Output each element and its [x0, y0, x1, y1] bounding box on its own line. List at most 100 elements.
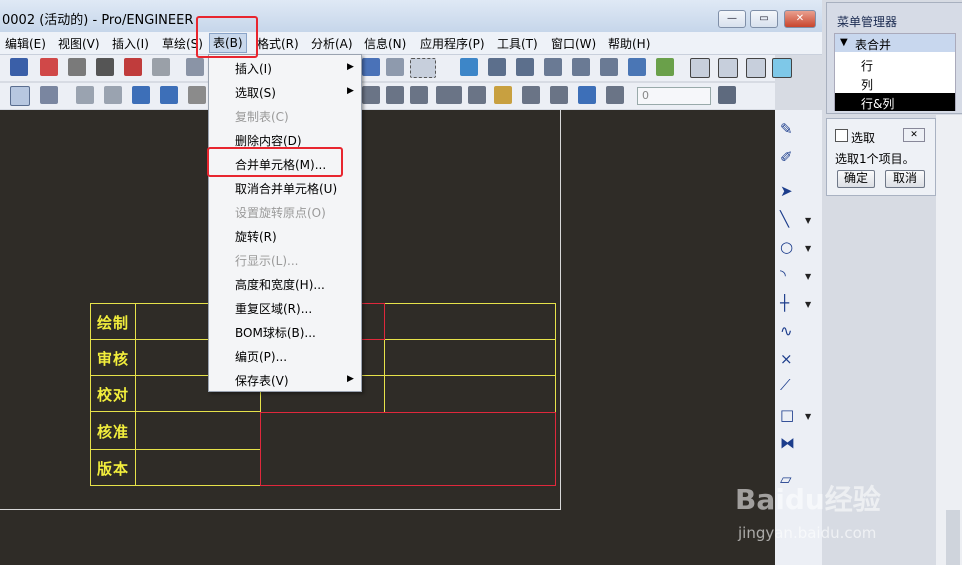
drawing-canvas[interactable]: [0, 110, 775, 565]
close-icon[interactable]: ✕: [903, 128, 925, 142]
sketch-tools-icon[interactable]: ✎: [780, 120, 793, 138]
orient-icon[interactable]: [516, 58, 534, 76]
fillet-icon[interactable]: ┼: [780, 294, 789, 312]
menu-view[interactable]: 视图(V): [58, 35, 100, 52]
menu-item-set-rotation-origin: 设置旋转原点(O): [235, 206, 326, 220]
menu-item-paginate[interactable]: 编页(P)...: [235, 348, 287, 365]
merge-option-column[interactable]: 列: [835, 74, 955, 92]
ok-button[interactable]: 确定: [837, 170, 875, 188]
print-icon[interactable]: [68, 58, 86, 76]
chamfer-icon[interactable]: ⟋: [780, 376, 791, 394]
surface-finish-icon[interactable]: [468, 86, 486, 104]
chevron-down-icon[interactable]: ▼: [805, 272, 811, 281]
menu-item-copy-table: 复制表(C): [235, 110, 289, 124]
pointer-icon[interactable]: ➤: [780, 182, 793, 200]
regenerate-icon[interactable]: [362, 58, 380, 76]
select-mode-icon[interactable]: [10, 86, 30, 106]
menu-item-save-table[interactable]: 保存表(V): [235, 372, 289, 389]
table-cell-label: 审核: [97, 350, 130, 368]
select-box-icon[interactable]: [410, 58, 436, 78]
menu-item-height-width[interactable]: 高度和宽度(H)...: [235, 276, 325, 293]
lock-icon[interactable]: [188, 86, 206, 104]
table-cell-label: 绘制: [97, 314, 130, 332]
save-icon[interactable]: [10, 58, 28, 76]
menu-insert[interactable]: 插入(I): [112, 35, 149, 52]
mirror-icon[interactable]: ⧓: [780, 434, 795, 452]
whats-this-icon[interactable]: [718, 86, 736, 104]
point-icon[interactable]: ×: [780, 350, 793, 368]
number-field[interactable]: 0: [637, 87, 711, 105]
toolbar-top: [0, 55, 792, 81]
cancel-button[interactable]: 取消: [885, 170, 925, 188]
menu-help[interactable]: 帮助(H): [608, 35, 650, 52]
table-merge-header[interactable]: ▼ 表合并: [835, 34, 955, 52]
spin-icon[interactable]: [488, 58, 506, 76]
datum-icon[interactable]: [362, 86, 380, 104]
merge-option-row[interactable]: 行: [835, 55, 955, 73]
move-icon[interactable]: [132, 86, 150, 104]
vertical-scrollbar[interactable]: [946, 510, 960, 565]
hidden-line-icon[interactable]: [718, 58, 738, 78]
zoom-out-icon[interactable]: [572, 58, 590, 76]
slope-icon[interactable]: [410, 86, 428, 104]
update-table-icon[interactable]: [578, 86, 596, 104]
table-size-icon[interactable]: [436, 86, 462, 104]
menu-item-rotate[interactable]: 旋转(R): [235, 228, 277, 245]
table-menu-dropdown: 插入(I) ▶ 选取(S) ▶ 复制表(C) 删除内容(D) 合并单元格(M).…: [208, 54, 362, 392]
select-dialog-message: 选取1个项目。: [835, 152, 915, 166]
layers-icon[interactable]: [656, 58, 674, 76]
repaint-icon[interactable]: [628, 58, 646, 76]
maximize-button[interactable]: ▭: [750, 10, 778, 28]
menu-analysis[interactable]: 分析(A): [311, 35, 353, 52]
offset-icon[interactable]: □: [780, 406, 794, 424]
hatch-icon[interactable]: [386, 86, 404, 104]
no-hidden-icon[interactable]: [746, 58, 766, 78]
menu-item-bom-balloon[interactable]: BOM球标(B)...: [235, 324, 316, 341]
menu-window[interactable]: 窗口(W): [551, 35, 596, 52]
undo-icon[interactable]: [186, 58, 204, 76]
menu-item-unmerge-cells[interactable]: 取消合并单元格(U): [235, 180, 337, 197]
menu-format[interactable]: 格式(R): [257, 35, 299, 52]
delete-icon[interactable]: [76, 86, 94, 104]
options-icon[interactable]: [152, 58, 170, 76]
minimize-button[interactable]: —: [718, 10, 746, 28]
grid-icon[interactable]: [386, 58, 404, 76]
wireframe-icon[interactable]: [690, 58, 710, 78]
repeat-region-icon[interactable]: [606, 86, 624, 104]
preview-icon[interactable]: [96, 58, 114, 76]
chevron-down-icon[interactable]: ▼: [805, 300, 811, 309]
menu-item-select[interactable]: 选取(S): [235, 84, 276, 101]
export-icon[interactable]: [124, 58, 142, 76]
chevron-down-icon[interactable]: ▼: [805, 412, 811, 421]
menu-item-repeat-region[interactable]: 重复区域(R)...: [235, 300, 312, 317]
menu-info[interactable]: 信息(N): [364, 35, 406, 52]
pdf-export-icon[interactable]: [40, 58, 58, 76]
merge-option-row-column[interactable]: 行&列: [835, 93, 955, 111]
merge-option-label: 列: [861, 78, 874, 92]
refit-icon[interactable]: [600, 58, 618, 76]
pick-icon[interactable]: [40, 86, 58, 104]
chevron-down-icon[interactable]: ▼: [805, 216, 811, 225]
spline-icon[interactable]: ∿: [780, 322, 793, 340]
circle-icon[interactable]: ○: [780, 238, 793, 256]
menu-edit[interactable]: 编辑(E): [5, 35, 46, 52]
title-bar: 0002 (活动的) - Pro/ENGINEER — ▭ ✕: [0, 0, 822, 32]
menu-tools[interactable]: 工具(T): [497, 35, 538, 52]
dimension-icon[interactable]: [104, 86, 122, 104]
symbol-icon[interactable]: [494, 86, 512, 104]
sketch-options-icon[interactable]: ✐: [780, 148, 793, 166]
view-icon[interactable]: [460, 58, 478, 76]
chevron-down-icon[interactable]: ▼: [805, 244, 811, 253]
table-icon[interactable]: [550, 86, 568, 104]
zoom-in-icon[interactable]: [544, 58, 562, 76]
line-icon[interactable]: ╲: [780, 210, 789, 228]
note-icon[interactable]: [522, 86, 540, 104]
shading-icon[interactable]: [772, 58, 792, 78]
place-view-icon[interactable]: [160, 86, 178, 104]
menu-applications[interactable]: 应用程序(P): [420, 35, 485, 52]
menu-item-insert[interactable]: 插入(I): [235, 60, 272, 77]
close-button[interactable]: ✕: [784, 10, 816, 28]
arc-icon[interactable]: ◝: [780, 266, 786, 284]
table-cell-label: 版本: [97, 460, 130, 478]
table-cell-label: 校对: [97, 386, 130, 404]
